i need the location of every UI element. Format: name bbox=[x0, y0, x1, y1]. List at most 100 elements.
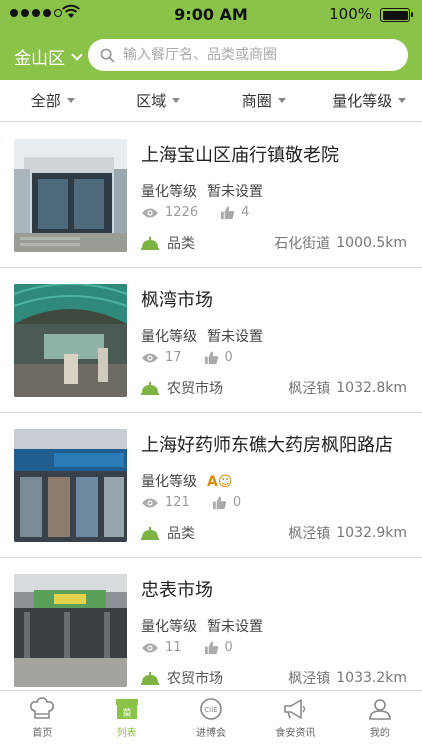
city-selector[interactable]: 金山区 bbox=[14, 44, 83, 69]
grade-value: 暂未设置 bbox=[207, 329, 263, 345]
venue-name: 上海好药师东礁大药房枫阳路店 bbox=[141, 435, 393, 456]
filter-bar: 全部 区域 商圈 量化等级 bbox=[0, 80, 422, 122]
grade-row: 量化等级 暂未设置 bbox=[141, 181, 263, 201]
battery-icon bbox=[380, 8, 413, 22]
food-cover-icon bbox=[141, 382, 159, 395]
meta-row: 品类 枫泾镇 1032.9km bbox=[141, 523, 407, 543]
svg-text:CIIE: CIIE bbox=[204, 706, 217, 714]
location-label: 石化街道 bbox=[274, 236, 331, 252]
like-count: 4 bbox=[241, 205, 250, 220]
tab-label: 首页 bbox=[32, 728, 53, 739]
distance-label: 1033.2km bbox=[336, 670, 407, 686]
tab-label: 我的 bbox=[369, 728, 390, 739]
thumbs-up-icon[interactable] bbox=[204, 640, 219, 655]
stats-row: 1226 4 bbox=[141, 205, 249, 220]
eye-icon bbox=[142, 208, 158, 217]
filter-label: 区域 bbox=[136, 92, 167, 110]
tab-profile[interactable]: 我的 bbox=[338, 691, 422, 750]
grade-badge: A☺ bbox=[207, 474, 233, 490]
location-label: 枫泾镇 bbox=[288, 381, 331, 397]
dropdown-triangle-icon bbox=[277, 98, 286, 103]
megaphone-icon bbox=[284, 699, 306, 719]
venue-name: 上海宝山区庙行镇敬老院 bbox=[141, 145, 339, 166]
svg-text:菜: 菜 bbox=[122, 707, 131, 719]
list-item[interactable]: 上海好药师东礁大药房枫阳路店 量化等级 A☺ 121 0 品类 枫泾镇 1032.… bbox=[0, 413, 422, 558]
distance-label: 1000.5km bbox=[336, 235, 407, 251]
distance-label: 1032.8km bbox=[336, 380, 407, 396]
list-item[interactable]: 忠表市场 量化等级 暂未设置 11 0 农贸市场 枫泾镇 1033.2km bbox=[0, 558, 422, 690]
filter-grade[interactable]: 量化等级 bbox=[317, 80, 422, 121]
location-label: 枫泾镇 bbox=[288, 526, 331, 542]
venue-name: 枫湾市场 bbox=[141, 290, 213, 311]
stats-row: 11 0 bbox=[141, 640, 233, 655]
view-count: 11 bbox=[165, 640, 182, 655]
view-count: 121 bbox=[165, 495, 190, 510]
grade-value: 暂未设置 bbox=[207, 619, 263, 635]
category-label: 品类 bbox=[167, 236, 195, 252]
chevron-down-icon bbox=[71, 48, 83, 61]
meta-row: 农贸市场 枫泾镇 1033.2km bbox=[141, 668, 407, 688]
view-count: 1226 bbox=[165, 205, 199, 220]
stats-row: 17 0 bbox=[141, 350, 233, 365]
ciie-logo-icon: CIIE bbox=[200, 698, 222, 720]
food-cover-icon bbox=[141, 527, 159, 540]
tab-expo[interactable]: CIIE 进博会 bbox=[169, 691, 253, 750]
tab-news[interactable]: 食安资讯 bbox=[253, 691, 337, 750]
grade-label: 量化等级 bbox=[141, 474, 197, 490]
filter-label: 全部 bbox=[30, 92, 61, 110]
food-cover-icon bbox=[141, 672, 159, 685]
grade-label: 量化等级 bbox=[141, 329, 197, 345]
meta-row: 品类 石化街道 1000.5km bbox=[141, 233, 407, 253]
eye-icon bbox=[142, 643, 158, 652]
filter-all[interactable]: 全部 bbox=[0, 80, 106, 121]
venue-photo bbox=[14, 429, 127, 542]
thumbs-up-icon[interactable] bbox=[220, 205, 235, 220]
meta-row: 农贸市场 枫泾镇 1032.8km bbox=[141, 378, 407, 398]
category-label: 农贸市场 bbox=[167, 671, 223, 687]
tab-home[interactable]: 首页 bbox=[0, 691, 84, 750]
status-bar: 9:00 AM 100% bbox=[0, 0, 422, 30]
filter-region[interactable]: 区域 bbox=[106, 80, 212, 121]
tab-label: 食安资讯 bbox=[275, 728, 316, 739]
app-screen: 9:00 AM 100% 金山区 全部 区域 商圈 量化等级 bbox=[0, 0, 422, 750]
search-box[interactable] bbox=[88, 39, 408, 71]
grade-value: 暂未设置 bbox=[207, 184, 263, 200]
like-count: 0 bbox=[224, 350, 233, 365]
dropdown-triangle-icon bbox=[172, 98, 181, 103]
search-icon bbox=[100, 48, 115, 62]
venue-photo bbox=[14, 139, 127, 252]
grade-label: 量化等级 bbox=[141, 184, 197, 200]
venue-name: 忠表市场 bbox=[141, 580, 213, 601]
filter-district[interactable]: 商圈 bbox=[211, 80, 317, 121]
like-count: 0 bbox=[224, 640, 233, 655]
city-label: 金山区 bbox=[14, 49, 65, 69]
thumbs-up-icon[interactable] bbox=[204, 350, 219, 365]
dropdown-triangle-icon bbox=[398, 98, 407, 103]
search-input[interactable] bbox=[123, 47, 393, 63]
tab-label: 列表 bbox=[116, 728, 137, 739]
list-item[interactable]: 上海宝山区庙行镇敬老院 量化等级 暂未设置 1226 4 品类 石化街道 1000… bbox=[0, 123, 422, 268]
filter-label: 商圈 bbox=[241, 92, 272, 110]
eye-icon bbox=[142, 353, 158, 362]
stats-row: 121 0 bbox=[141, 495, 241, 510]
thumbs-up-icon[interactable] bbox=[212, 495, 227, 510]
category-label: 农贸市场 bbox=[167, 381, 223, 397]
chef-hat-icon bbox=[30, 697, 55, 719]
grade-row: 量化等级 暂未设置 bbox=[141, 616, 263, 636]
venue-photo bbox=[14, 574, 127, 687]
bottom-tab-bar: 首页 菜 列表 CIIE 进博会 食安资讯 我的 bbox=[0, 690, 422, 750]
food-cover-icon bbox=[141, 237, 159, 250]
grade-row: 量化等级 暂未设置 bbox=[141, 326, 263, 346]
eye-icon bbox=[142, 498, 158, 507]
tab-label: 进博会 bbox=[196, 728, 227, 739]
battery-percent: 100% bbox=[329, 5, 372, 23]
view-count: 17 bbox=[165, 350, 182, 365]
grade-label: 量化等级 bbox=[141, 619, 197, 635]
grade-row: 量化等级 A☺ bbox=[141, 471, 232, 491]
dropdown-triangle-icon bbox=[66, 98, 75, 103]
list-item[interactable]: 枫湾市场 量化等级 暂未设置 17 0 农贸市场 枫泾镇 1032.8km bbox=[0, 268, 422, 413]
tab-list[interactable]: 菜 列表 bbox=[84, 691, 168, 750]
header-bar: 金山区 bbox=[0, 30, 422, 80]
venue-list: 上海宝山区庙行镇敬老院 量化等级 暂未设置 1226 4 品类 石化街道 1000… bbox=[0, 123, 422, 690]
filter-label: 量化等级 bbox=[332, 92, 393, 110]
